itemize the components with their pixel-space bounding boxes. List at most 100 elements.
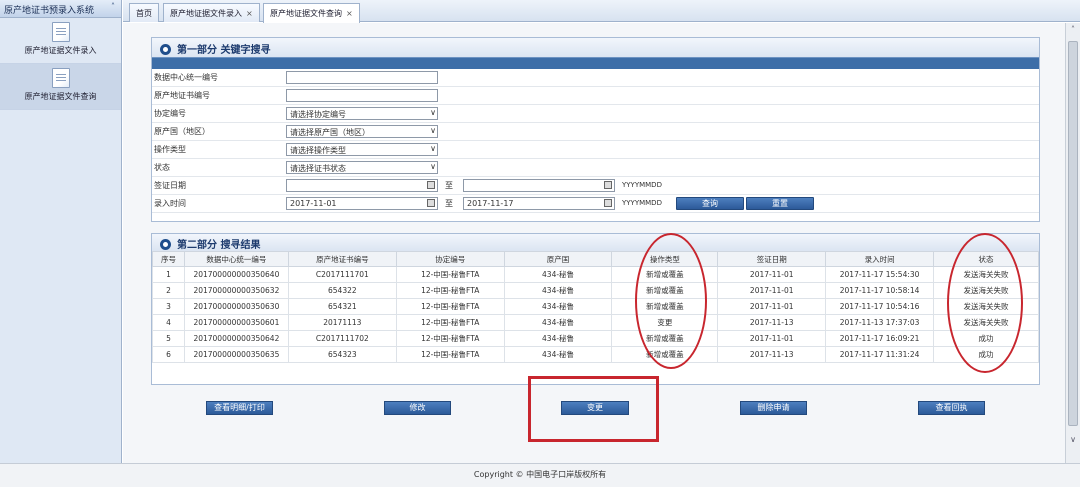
entry-time-from-input[interactable]: 2017-11-01: [286, 197, 438, 210]
cell-entry-time: 2017-11-17 10:58:14: [825, 282, 935, 299]
table-row[interactable]: 2 201700000000350632 654322 12-中国-秘鲁FTA …: [152, 282, 1039, 299]
search-panel: 第一部分 关键字搜寻 数据中心统一编号 原产地证书编号 协定编号 请选择协定编号…: [151, 37, 1040, 222]
cell-index: 6: [152, 346, 185, 363]
table-row[interactable]: 5 201700000000350642 C2017111702 12-中国-秘…: [152, 330, 1039, 347]
collapse-icon[interactable]: ˄: [111, 2, 115, 11]
cell-agreement: 12-中国-秘鲁FTA: [395, 266, 505, 283]
scroll-thumb[interactable]: [1068, 41, 1078, 426]
table-row[interactable]: 4 201700000000350601 20171113 12-中国-秘鲁FT…: [152, 314, 1039, 331]
sign-date-to-input[interactable]: [463, 179, 615, 192]
document-icon: [51, 68, 70, 88]
column-header[interactable]: 协定编号: [395, 251, 505, 267]
column-header[interactable]: 签证日期: [717, 251, 827, 267]
cell-index: 4: [152, 314, 185, 331]
agreement-select[interactable]: 请选择协定编号 ∨: [286, 107, 438, 120]
cell-cert-no: C2017111701: [287, 266, 397, 283]
tab-entry[interactable]: 原产地证据文件录入 ×: [163, 3, 260, 22]
row-origin: 原产国（地区） 请选择原产国（地区） ∨: [152, 123, 1039, 141]
results-table: 序号 数据中心统一编号 原产地证书编号 协定编号 原产国 操作类型 签证日期 录…: [152, 251, 1039, 363]
cell-index: 2: [152, 282, 185, 299]
cell-cert-no: 20171113: [287, 314, 397, 331]
cell-sign-date: 2017-11-01: [717, 282, 827, 299]
close-icon[interactable]: ×: [346, 9, 353, 18]
sidebar: 原产地证书预录入系统 ˄ 原产地证据文件录入 原产地证据文件查询: [0, 0, 122, 463]
select-value: 请选择证书状态: [290, 164, 346, 173]
cell-origin: 434-秘鲁: [503, 298, 613, 315]
cell-center-id: 201700000000350601: [183, 314, 289, 331]
delete-application-button[interactable]: 删除申请: [740, 401, 807, 415]
select-value: 请选择原产国（地区）: [290, 128, 370, 137]
view-print-button[interactable]: 查看明细/打印: [206, 401, 273, 415]
center-id-input[interactable]: [286, 71, 438, 84]
chevron-down-icon: ∨: [430, 162, 436, 171]
close-icon[interactable]: ×: [246, 9, 253, 18]
chevron-down-icon: ∨: [430, 126, 436, 135]
calendar-icon[interactable]: [604, 199, 612, 207]
change-button[interactable]: 变更: [561, 401, 629, 415]
cell-index: 3: [152, 298, 185, 315]
calendar-icon[interactable]: [604, 181, 612, 189]
search-panel-title: 第一部分 关键字搜寻: [152, 38, 1039, 57]
results-panel: 第二部分 搜寻结果 序号 数据中心统一编号 原产地证书编号 协定编号 原产国 操…: [151, 233, 1040, 385]
table-header-row: 序号 数据中心统一编号 原产地证书编号 协定编号 原产国 操作类型 签证日期 录…: [152, 251, 1039, 267]
field-label: 签证日期: [154, 181, 186, 190]
table-row[interactable]: 3 201700000000350630 654321 12-中国-秘鲁FTA …: [152, 298, 1039, 315]
vertical-scrollbar[interactable]: ˄ ∨: [1065, 23, 1080, 463]
section-title: 第一部分 关键字搜寻: [177, 45, 271, 56]
modify-button[interactable]: 修改: [384, 401, 451, 415]
status-select[interactable]: 请选择证书状态 ∨: [286, 161, 438, 174]
op-type-select[interactable]: 请选择操作类型 ∨: [286, 143, 438, 156]
input-value: 2017-11-01: [290, 199, 337, 208]
to-label: 至: [445, 199, 453, 208]
cert-no-input[interactable]: [286, 89, 438, 102]
table-row[interactable]: 6 201700000000350635 654323 12-中国-秘鲁FTA …: [152, 346, 1039, 363]
column-header[interactable]: 原产国: [503, 251, 613, 267]
origin-select[interactable]: 请选择原产国（地区） ∨: [286, 125, 438, 138]
field-label: 录入时间: [154, 199, 186, 208]
entry-time-to-input[interactable]: 2017-11-17: [463, 197, 615, 210]
view-receipt-button[interactable]: 查看回执: [918, 401, 985, 415]
reset-button[interactable]: 重置: [746, 197, 814, 210]
tab-home[interactable]: 首页: [129, 3, 159, 22]
cell-entry-time: 2017-11-17 15:54:30: [825, 266, 935, 283]
document-icon: [51, 22, 70, 42]
cell-agreement: 12-中国-秘鲁FTA: [395, 330, 505, 347]
cell-cert-no: 654321: [287, 298, 397, 315]
row-sign-date: 签证日期 至 YYYYMMDD: [152, 177, 1039, 195]
column-header[interactable]: 原产地证书编号: [287, 251, 397, 267]
cell-agreement: 12-中国-秘鲁FTA: [395, 314, 505, 331]
sidebar-item-query[interactable]: 原产地证据文件查询: [0, 64, 121, 110]
sidebar-title: 原产地证书预录入系统: [4, 6, 95, 16]
column-header[interactable]: 序号: [152, 251, 185, 267]
cell-entry-time: 2017-11-17 16:09:21: [825, 330, 935, 347]
section-icon: [160, 44, 171, 55]
section-title: 第二部分 搜寻结果: [177, 240, 261, 251]
tab-query[interactable]: 原产地证据文件查询 ×: [263, 3, 360, 23]
tab-bar: 首页 原产地证据文件录入 × 原产地证据文件查询 ×: [123, 0, 1080, 23]
table-row[interactable]: 1 201700000000350640 C2017111701 12-中国-秘…: [152, 266, 1039, 283]
tab-label: 原产地证据文件录入: [170, 9, 242, 18]
cell-index: 1: [152, 266, 185, 283]
scroll-down-icon[interactable]: ∨: [1066, 435, 1080, 449]
select-value: 请选择协定编号: [290, 110, 346, 119]
cell-entry-time: 2017-11-17 10:54:16: [825, 298, 935, 315]
sign-date-from-input[interactable]: [286, 179, 438, 192]
scroll-up-icon[interactable]: ˄: [1066, 25, 1080, 39]
cell-index: 5: [152, 330, 185, 347]
sidebar-item-label: 原产地证据文件录入: [24, 46, 97, 55]
calendar-icon[interactable]: [427, 181, 435, 189]
field-label: 原产国（地区）: [154, 127, 210, 136]
cell-agreement: 12-中国-秘鲁FTA: [395, 298, 505, 315]
cell-origin: 434-秘鲁: [503, 282, 613, 299]
query-button[interactable]: 查询: [676, 197, 744, 210]
column-header[interactable]: 录入时间: [825, 251, 935, 267]
sidebar-item-entry[interactable]: 原产地证据文件录入: [0, 18, 121, 64]
calendar-icon[interactable]: [427, 199, 435, 207]
row-agreement: 协定编号 请选择协定编号 ∨: [152, 105, 1039, 123]
field-label: 协定编号: [154, 109, 186, 118]
date-format-hint: YYYYMMDD: [622, 181, 662, 189]
field-label: 操作类型: [154, 145, 186, 154]
column-header[interactable]: 数据中心统一编号: [183, 251, 289, 267]
highlight-ellipse-op-type: [635, 233, 707, 369]
cell-agreement: 12-中国-秘鲁FTA: [395, 346, 505, 363]
